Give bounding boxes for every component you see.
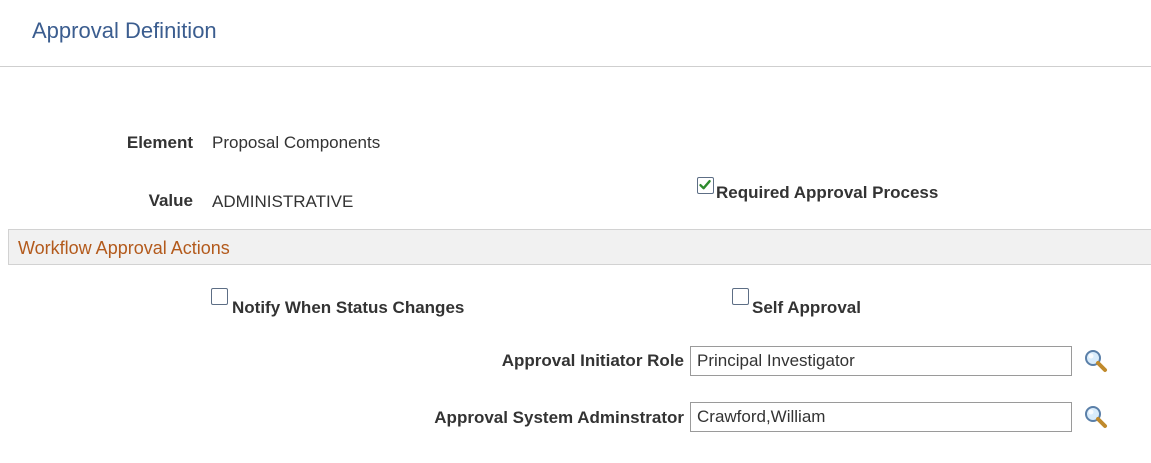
initiator-role-label: Approval Initiator Role: [501, 351, 684, 370]
notify-status-checkbox[interactable]: [211, 288, 228, 305]
initiator-role-lookup-icon[interactable]: [1082, 347, 1110, 375]
workflow-section-header: Workflow Approval Actions: [8, 229, 1151, 265]
system-admin-input[interactable]: [690, 402, 1072, 432]
value-label: Value: [148, 191, 193, 210]
system-admin-label: Approval System Adminstrator: [434, 408, 684, 427]
title-divider: [0, 66, 1151, 67]
self-approval-label[interactable]: Self Approval: [752, 298, 861, 318]
element-label: Element: [126, 133, 193, 152]
required-approval-checkbox[interactable]: [697, 177, 714, 194]
system-admin-lookup-icon[interactable]: [1082, 403, 1110, 431]
workflow-section-title: Workflow Approval Actions: [18, 238, 230, 258]
notify-status-label[interactable]: Notify When Status Changes: [232, 298, 464, 318]
required-approval-label[interactable]: Required Approval Process: [716, 183, 938, 203]
checkmark-icon: [699, 180, 711, 190]
value-value: ADMINISTRATIVE: [212, 192, 354, 211]
self-approval-checkbox[interactable]: [732, 288, 749, 305]
page-title: Approval Definition: [32, 18, 217, 43]
initiator-role-input[interactable]: [690, 346, 1072, 376]
element-value: Proposal Components: [212, 133, 381, 152]
